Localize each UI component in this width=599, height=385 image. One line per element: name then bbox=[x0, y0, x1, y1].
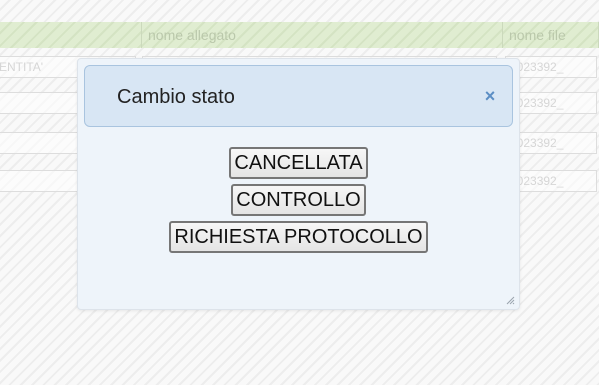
close-icon[interactable]: × bbox=[482, 87, 498, 105]
cancellata-button[interactable]: CANCELLATA bbox=[229, 147, 368, 179]
controllo-button[interactable]: CONTROLLO bbox=[231, 184, 366, 216]
screen: nome allegato nome file ENTITA' 1023392_… bbox=[0, 0, 599, 385]
dialog-title: Cambio stato bbox=[117, 86, 235, 108]
change-state-dialog: Cambio stato × CANCELLATA CONTROLLO RICH… bbox=[77, 58, 520, 310]
resize-grip-icon[interactable] bbox=[505, 295, 515, 305]
state-button-group: CANCELLATA CONTROLLO RICHIESTA PROTOCOLL… bbox=[78, 147, 519, 258]
richiesta-protocollo-button[interactable]: RICHIESTA PROTOCOLLO bbox=[169, 221, 428, 253]
dialog-titlebar[interactable]: Cambio stato × bbox=[84, 65, 513, 127]
